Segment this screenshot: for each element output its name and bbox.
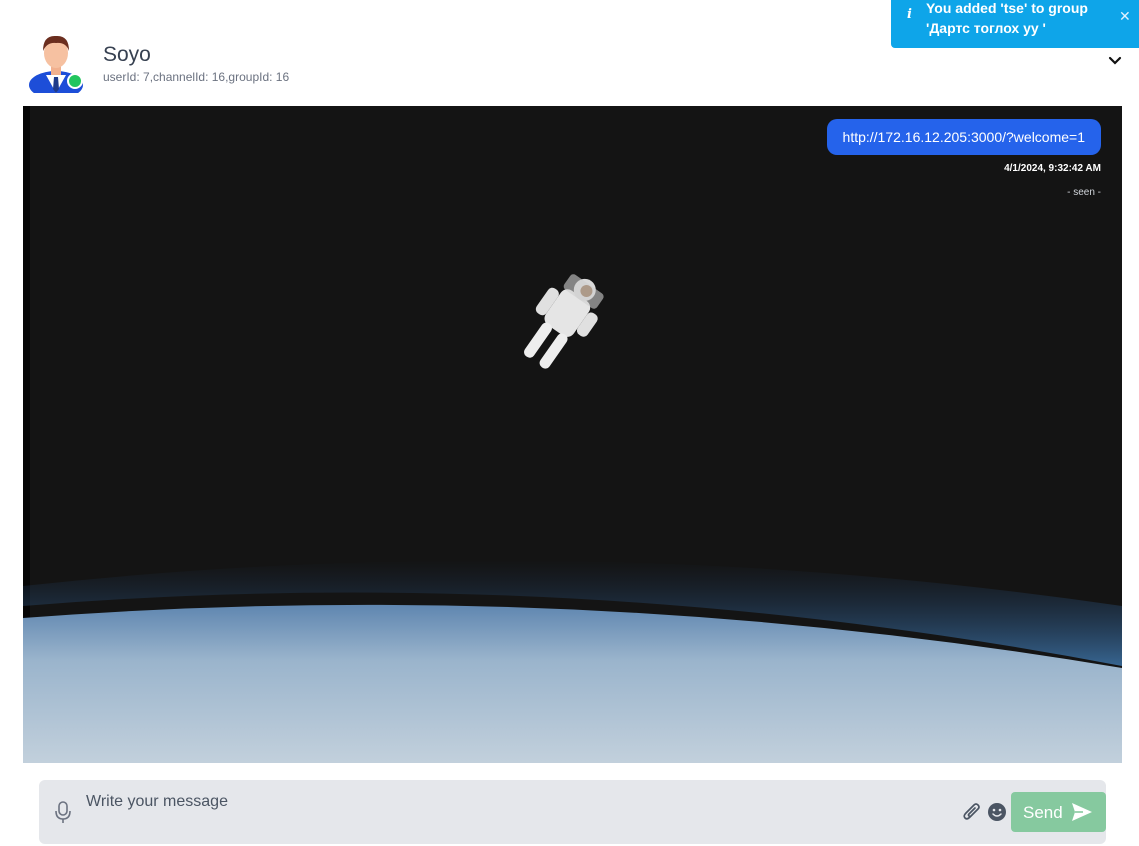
message-bubble[interactable]: http://172.16.12.205:3000/?welcome=1 [826, 119, 1101, 155]
chat-background-image [23, 106, 1122, 763]
info-icon: i [907, 7, 912, 22]
emoji-icon[interactable] [987, 802, 1007, 822]
chevron-down-icon[interactable] [1106, 52, 1124, 70]
close-icon[interactable]: ✕ [1119, 8, 1131, 25]
chat-user-meta: userId: 7,channelId: 16,groupId: 16 [103, 70, 290, 84]
online-status-dot [67, 73, 83, 89]
notification-toast: i You added 'tse' to group 'Дартс тоглох… [891, 0, 1139, 48]
microphone-icon[interactable] [53, 800, 73, 824]
send-button[interactable]: Send [1011, 792, 1106, 832]
toast-message: You added 'tse' to group 'Дартс тоглох у… [926, 0, 1088, 36]
send-icon [1072, 803, 1092, 821]
message-seen-status: - seen - [1067, 187, 1101, 198]
chat-user-name: Soyo [103, 43, 151, 66]
message-composer: Send [39, 780, 1106, 844]
message-timestamp: 4/1/2024, 9:32:42 AM [1004, 163, 1101, 174]
message-input[interactable] [86, 790, 946, 814]
chat-messages-area[interactable]: http://172.16.12.205:3000/?welcome=1 4/1… [23, 106, 1122, 763]
send-button-label: Send [1023, 803, 1063, 822]
paperclip-icon[interactable] [961, 801, 983, 823]
